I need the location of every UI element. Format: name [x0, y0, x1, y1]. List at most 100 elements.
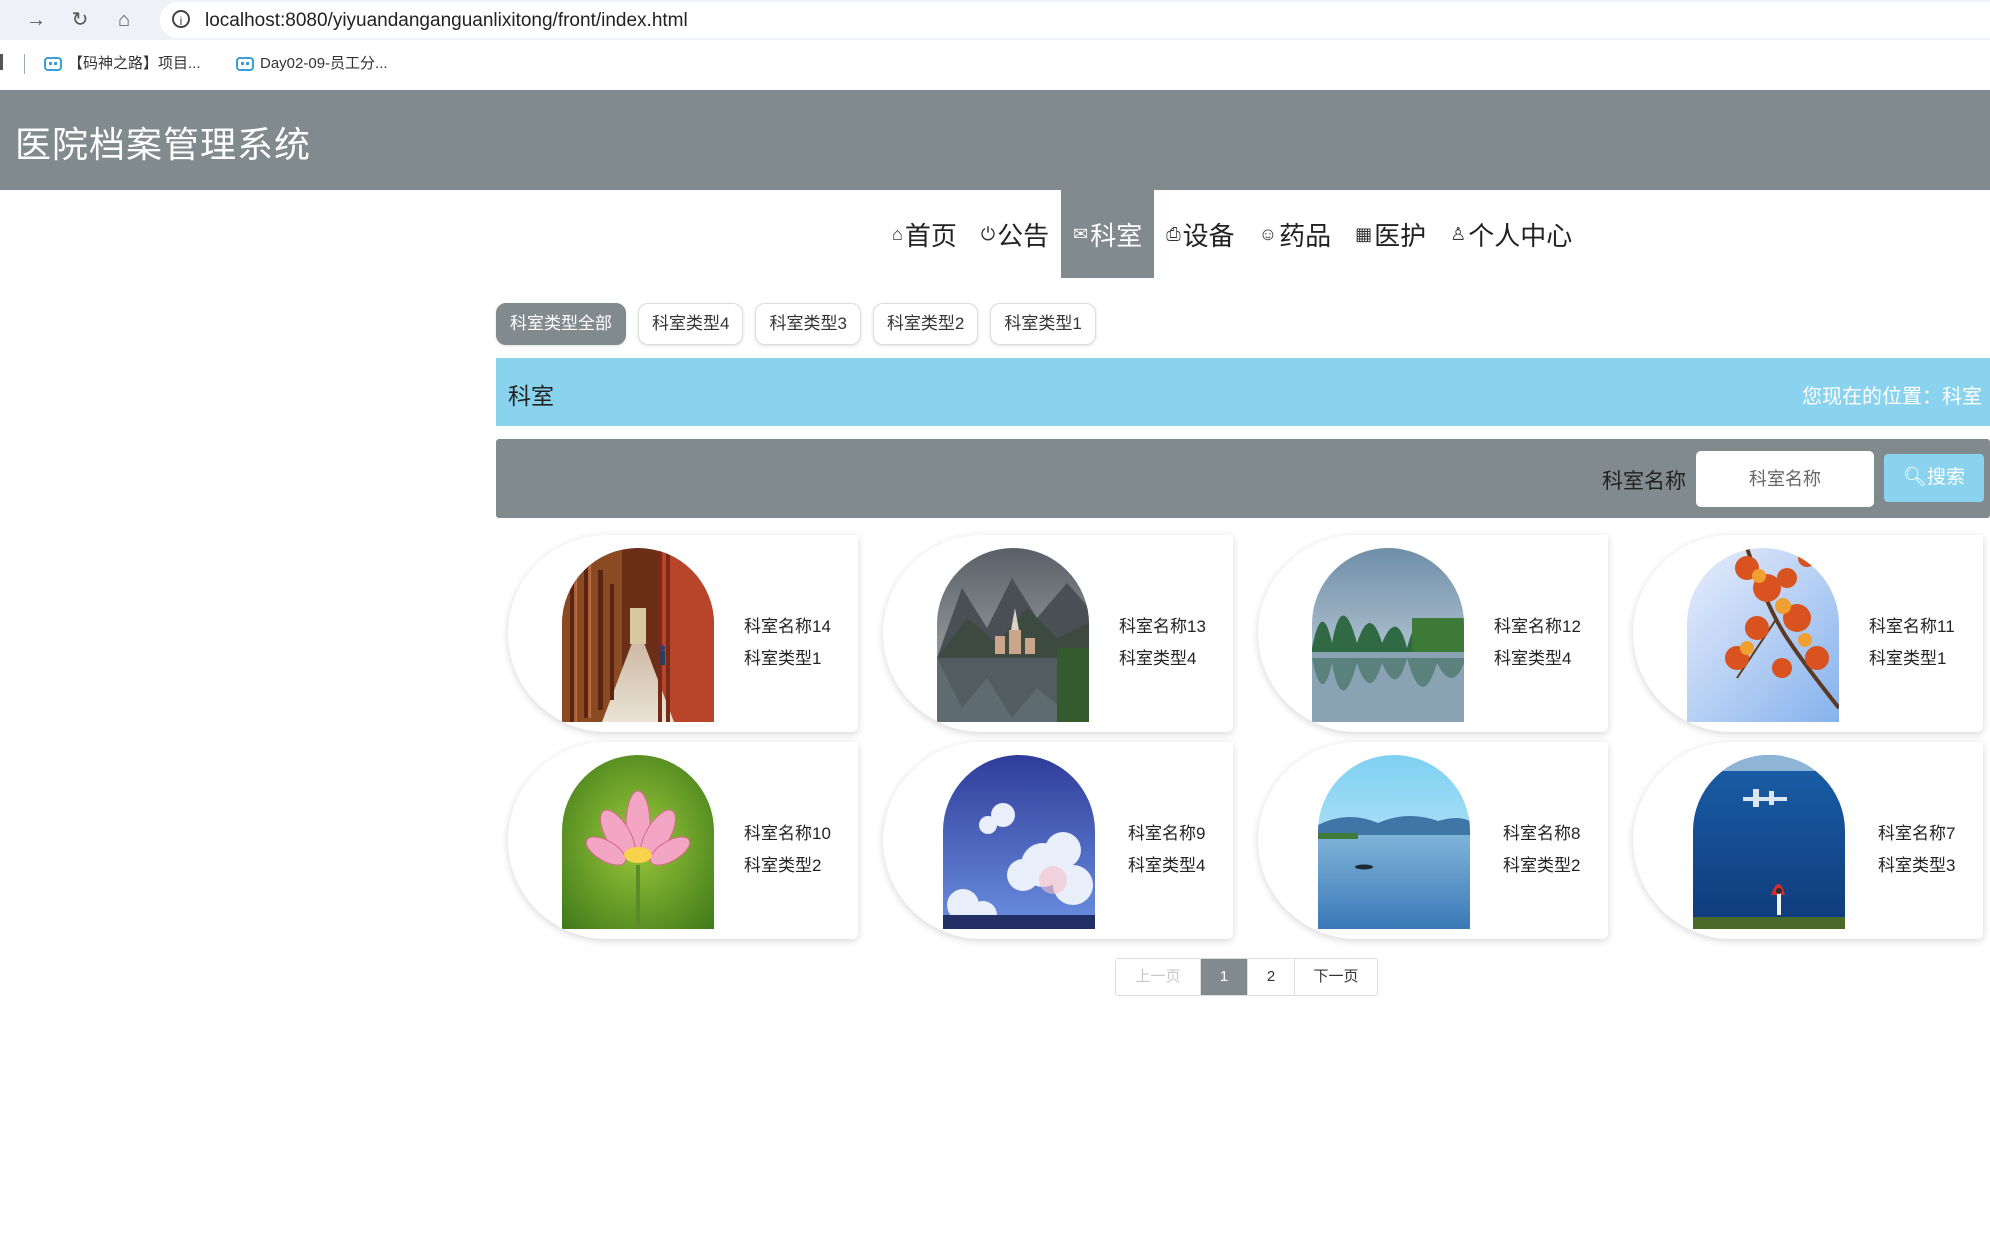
bookmark-2-label: Day02-09-员工分...	[260, 55, 388, 72]
power-icon: ⏻	[980, 223, 996, 244]
department-info: 科室名称11 科室类型1	[1869, 611, 1955, 675]
home-icon: ⌂	[892, 223, 903, 244]
nav-item-label: 公告	[997, 220, 1050, 251]
department-card[interactable]: 科室名称12 科室类型4	[1258, 535, 1608, 732]
department-info: 科室名称7 科室类型3	[1878, 818, 1955, 882]
category-chip-type3[interactable]: 科室类型3	[755, 303, 861, 345]
department-card[interactable]: 科室名称10 科室类型2	[508, 742, 858, 939]
department-info: 科室名称10 科室类型2	[744, 818, 831, 882]
department-card[interactable]: 科室名称7 科室类型3	[1633, 742, 1983, 939]
prev-page-button[interactable]: 上一页	[1116, 959, 1200, 995]
department-card[interactable]: 科室名称9 科室类型4	[883, 742, 1233, 939]
current-location: 您现在的位置：科室	[1802, 386, 1982, 408]
department-image	[1687, 548, 1839, 722]
department-info: 科室名称12 科室类型4	[1494, 611, 1581, 675]
nav-item-label: 医护	[1374, 220, 1427, 251]
browser-toolbar: → ↻ ⌂ i localhost:8080/yiyuandanganguanl…	[0, 0, 1990, 40]
department-card[interactable]: 科室名称13 科室类型4	[883, 535, 1233, 732]
bookmark-1-label: 【码神之路】项目...	[68, 55, 201, 72]
search-button[interactable]: 🔍︎搜索	[1884, 454, 1984, 502]
department-info: 科室名称9 科室类型4	[1128, 818, 1205, 882]
nav-item-notice[interactable]: ⏻ 公告	[969, 190, 1061, 278]
department-type: 科室类型4	[1119, 649, 1197, 668]
nav-item-equipment[interactable]: ⎙ 设备	[1154, 190, 1246, 278]
search-input[interactable]	[1696, 451, 1874, 507]
site-info-icon[interactable]: i	[172, 10, 190, 28]
department-card[interactable]: 科室名称14 科室类型1	[508, 535, 858, 732]
bilibili-icon	[44, 57, 62, 71]
department-name: 科室名称11	[1869, 617, 1955, 636]
nav-item-label: 设备	[1182, 220, 1235, 251]
user-icon: ♙	[1450, 223, 1467, 244]
mail-icon: ✉	[1073, 223, 1089, 244]
department-name: 科室名称12	[1494, 617, 1581, 636]
site-title: 医院档案管理系统	[15, 124, 312, 165]
grid-icon: ▦	[1355, 223, 1373, 244]
search-bar: 科室名称 🔍︎搜索	[496, 439, 1990, 518]
bookmarks-bar: 【码神之路】项目... Day02-09-员工分...	[0, 40, 1990, 90]
category-chip-type2[interactable]: 科室类型2	[872, 303, 979, 345]
nav-item-home[interactable]: ⌂ 首页	[880, 190, 969, 278]
home-browser-icon[interactable]: ⌂	[108, 4, 140, 36]
bookmark-1[interactable]: 【码神之路】项目...	[44, 52, 201, 73]
department-image	[943, 755, 1095, 929]
bilibili-icon	[236, 57, 254, 71]
department-card[interactable]: 科室名称11 科室类型1	[1633, 535, 1983, 732]
bookmark-separator	[24, 54, 25, 74]
nav-item-medicine[interactable]: ☺ 药品	[1247, 190, 1343, 278]
nav-item-label: 首页	[904, 220, 957, 251]
address-bar[interactable]: i localhost:8080/yiyuandanganguanlixiton…	[160, 2, 1990, 38]
department-image	[562, 755, 714, 929]
page-2-button[interactable]: 2	[1247, 959, 1294, 995]
department-name: 科室名称8	[1503, 824, 1581, 843]
department-image	[1693, 755, 1845, 929]
department-type: 科室类型4	[1128, 856, 1206, 875]
pagination: 上一页 1 2 下一页	[1115, 958, 1378, 996]
site-header: 医院档案管理系统	[0, 90, 1990, 190]
department-name: 科室名称9	[1128, 824, 1206, 843]
category-chip-type1[interactable]: 科室类型1	[990, 303, 1096, 345]
smile-icon: ☺	[1258, 223, 1278, 244]
department-info: 科室名称14 科室类型1	[744, 611, 831, 675]
category-chip-all[interactable]: 科室类型全部	[496, 303, 626, 345]
department-image	[1318, 755, 1470, 929]
nav-item-label: 科室	[1090, 220, 1143, 251]
category-filter: 科室类型全部 科室类型4 科室类型3 科室类型2 科室类型1	[496, 303, 1096, 345]
nav-item-profile[interactable]: ♙ 个人中心	[1438, 190, 1584, 278]
url-text: localhost:8080/yiyuandanganguanlixitong/…	[205, 10, 688, 31]
breadcrumb: 科室 您现在的位置：科室	[496, 358, 1990, 426]
nav-item-medical-staff[interactable]: ▦ 医护	[1343, 190, 1438, 278]
nav-item-department[interactable]: ✉ 科室	[1061, 190, 1155, 278]
department-type: 科室类型3	[1878, 856, 1956, 875]
bookmark-2[interactable]: Day02-09-员工分...	[236, 52, 388, 73]
department-image	[937, 548, 1089, 722]
department-type: 科室类型2	[744, 856, 822, 875]
department-image	[562, 548, 714, 722]
department-info: 科室名称13 科室类型4	[1119, 611, 1206, 675]
search-button-label: 搜索	[1927, 467, 1966, 488]
department-type: 科室类型1	[1869, 649, 1947, 668]
nav-item-label: 个人中心	[1468, 220, 1573, 251]
search-icon: 🔍︎	[1902, 467, 1928, 488]
department-type: 科室类型4	[1494, 649, 1572, 668]
department-card[interactable]: 科室名称8 科室类型2	[1258, 742, 1608, 939]
search-label: 科室名称	[1602, 470, 1686, 493]
department-type: 科室类型1	[744, 649, 822, 668]
reload-icon[interactable]: ↻	[64, 4, 96, 36]
department-name: 科室名称14	[744, 617, 831, 636]
main-nav: ⌂ 首页 ⏻ 公告 ✉ 科室 ⎙ 设备 ☺ 药品 ▦ 医护 ♙ 个人中心	[880, 190, 1584, 278]
department-name: 科室名称7	[1878, 824, 1956, 843]
category-chip-type4[interactable]: 科室类型4	[638, 303, 744, 345]
printer-icon: ⎙	[1166, 223, 1181, 244]
department-info: 科室名称8 科室类型2	[1503, 818, 1580, 882]
department-type: 科室类型2	[1503, 856, 1581, 875]
forward-arrow-icon[interactable]: →	[20, 4, 52, 36]
section-title: 科室	[508, 383, 554, 409]
department-image	[1312, 548, 1464, 722]
department-name: 科室名称10	[744, 824, 831, 843]
department-name: 科室名称13	[1119, 617, 1206, 636]
nav-item-label: 药品	[1279, 220, 1332, 251]
page-1-button[interactable]: 1	[1200, 959, 1247, 995]
next-page-button[interactable]: 下一页	[1294, 959, 1377, 995]
apps-grid-icon[interactable]	[0, 54, 9, 70]
